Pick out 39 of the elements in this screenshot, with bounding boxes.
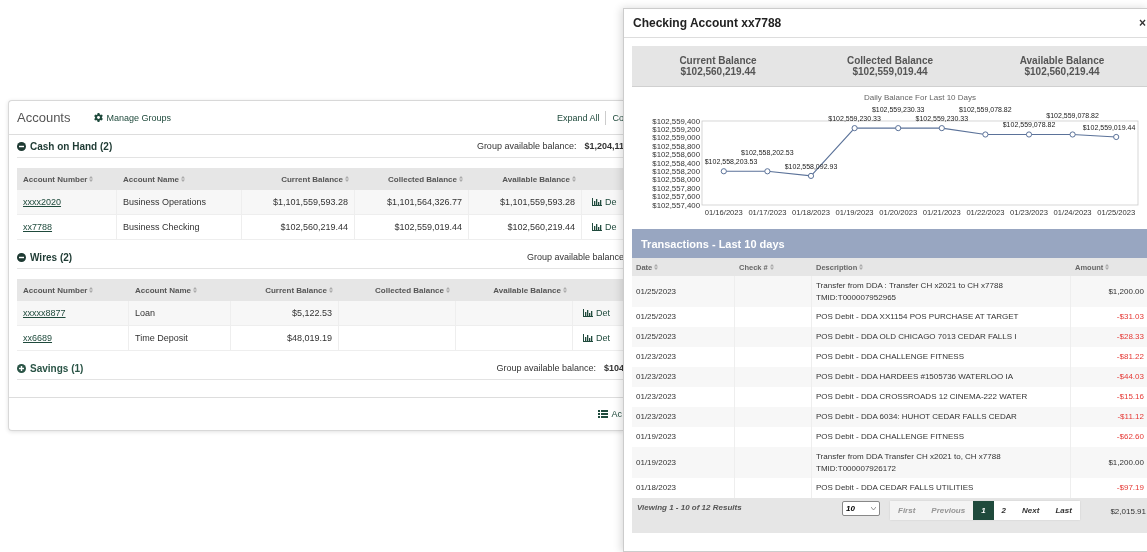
balance-label: Current Balance xyxy=(679,54,757,66)
table-cell: $48,019.19 xyxy=(231,326,339,350)
results-count: Viewing 1 - 10 of 12 Results xyxy=(637,502,743,512)
panel-title: Accounts xyxy=(17,110,71,125)
table-cell-text: -$31.03 xyxy=(1115,311,1145,324)
balance-value: $102,559,019.44 xyxy=(852,66,928,78)
section-title: Transactions - Last 10 days xyxy=(632,229,1147,258)
table-cell: $5,122.53 xyxy=(231,301,339,325)
table-cell-text: -$62.60 xyxy=(1115,431,1145,444)
table-cell-text: -$44.03 xyxy=(1115,371,1145,384)
balance-value: $102,560,219.44 xyxy=(1024,66,1100,78)
balance-label: Collected Balance xyxy=(846,54,934,66)
table-cell-text: $1,200.00 xyxy=(1107,285,1145,298)
table-cell-text: -$97.19 xyxy=(1115,482,1145,495)
table-cell: $102,560,219.44 xyxy=(242,215,355,239)
table-cell: Business Checking xyxy=(117,215,242,239)
group-balance: $104 xyxy=(603,363,624,373)
table-cell: Loan xyxy=(129,301,231,325)
balance-value: $102,560,219.44 xyxy=(680,66,756,78)
table-cell: Time Deposit xyxy=(129,326,231,350)
balance-label: Available Balance xyxy=(1019,54,1105,66)
table-cell: $1,101,564,326.77 xyxy=(355,190,469,214)
group-balance: $1,204,11 xyxy=(584,141,624,151)
table-cell-text: $1,200.00 xyxy=(1107,456,1145,469)
group-balance-label: Group available balance: xyxy=(496,363,596,373)
table-cell: $1,101,559,593.28 xyxy=(469,190,582,214)
table-cell-text: -$11.12 xyxy=(1116,411,1145,424)
table-cell-text: -$28.33 xyxy=(1115,331,1145,344)
table-cell: $102,560,219.44 xyxy=(469,215,582,239)
chart-title: Daily Balance For Last 10 Days xyxy=(863,93,977,102)
group-balance-label: Group available balance: xyxy=(476,141,577,151)
table-cell: $102,559,019.44 xyxy=(355,215,469,239)
table-cell-text: -$81.22 xyxy=(1115,351,1145,364)
table-cell-text: -$15.16 xyxy=(1115,391,1145,404)
dialog-title: Checking Account xx7788 xyxy=(633,16,782,30)
table-cell: Business Operations xyxy=(117,190,242,214)
group-balance-label: Group available balance xyxy=(526,252,624,262)
table-cell: $1,101,559,593.28 xyxy=(242,190,355,214)
total-amount: $2,015.91 xyxy=(1110,506,1146,516)
